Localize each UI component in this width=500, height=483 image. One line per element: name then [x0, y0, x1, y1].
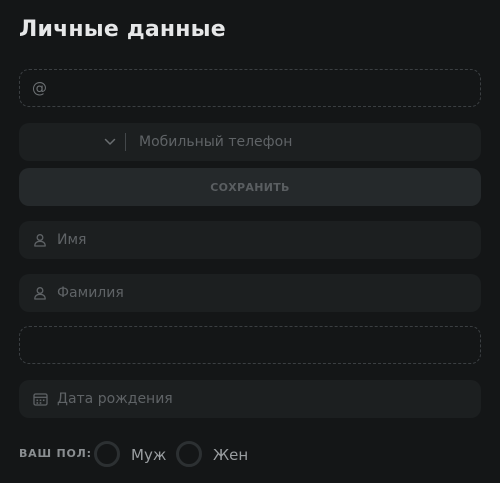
- gender-label: ВАШ ПОЛ:: [19, 447, 92, 460]
- calendar-icon: [32, 391, 48, 407]
- gender-female-label[interactable]: Жен: [213, 446, 248, 464]
- last-name-field[interactable]: Фамилия: [19, 274, 481, 312]
- gender-male-radio[interactable]: [94, 441, 120, 467]
- extra-field[interactable]: [19, 326, 481, 364]
- first-name-placeholder: Имя: [57, 232, 87, 248]
- last-name-placeholder: Фамилия: [57, 285, 124, 301]
- birth-date-field[interactable]: Дата рождения: [19, 380, 481, 418]
- gender-female-radio[interactable]: [176, 441, 202, 467]
- gender-selector: ВАШ ПОЛ: Муж Жен: [19, 440, 481, 468]
- page-title: Личные данные: [19, 17, 226, 42]
- user-icon: [32, 232, 48, 248]
- phone-field[interactable]: Мобильный телефон: [19, 123, 481, 161]
- email-field[interactable]: @: [19, 69, 481, 107]
- user-icon: [32, 285, 48, 301]
- at-sign-icon: @: [32, 79, 47, 97]
- chevron-down-icon[interactable]: [103, 135, 117, 149]
- save-button[interactable]: СОХРАНИТЬ: [19, 168, 481, 206]
- phone-placeholder: Мобильный телефон: [139, 134, 293, 150]
- birth-date-placeholder: Дата рождения: [57, 391, 173, 407]
- phone-divider: [125, 133, 126, 151]
- first-name-field[interactable]: Имя: [19, 221, 481, 259]
- gender-male-label[interactable]: Муж: [131, 446, 166, 464]
